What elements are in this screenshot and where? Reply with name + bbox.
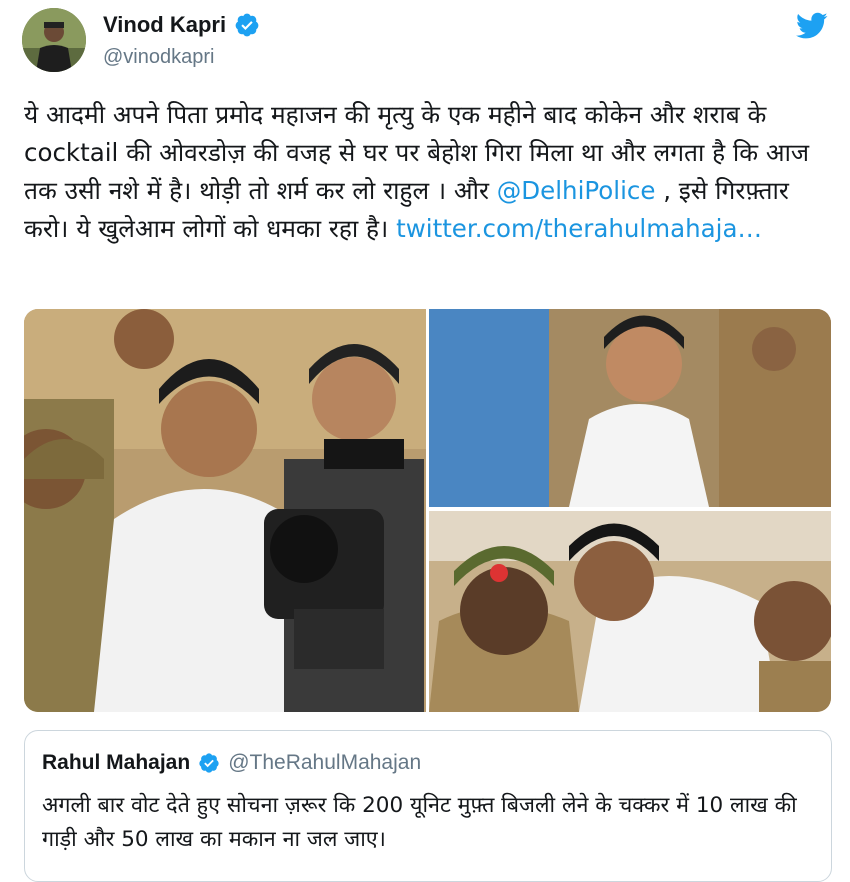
verified-badge-icon xyxy=(235,13,259,37)
quoted-tweet[interactable]: Rahul Mahajan @TheRahulMahajan अगली बार … xyxy=(24,730,832,882)
photo-left[interactable] xyxy=(24,309,426,712)
author-name[interactable]: Vinod Kapri xyxy=(103,12,226,38)
twitter-bird-icon[interactable] xyxy=(796,12,828,40)
photo-bottom-right[interactable] xyxy=(429,511,831,712)
author-avatar[interactable] xyxy=(22,8,86,72)
photo-top-right[interactable] xyxy=(429,309,831,507)
author-handle[interactable]: @vinodkapri xyxy=(103,46,214,69)
author-name-row: Vinod Kapri xyxy=(103,12,260,38)
quoted-author-name[interactable]: Rahul Mahajan xyxy=(42,751,190,775)
tweet-text: ये आदमी अपने पिता प्रमोद महाजन की मृत्यु… xyxy=(24,96,834,248)
verified-badge-icon xyxy=(199,753,219,773)
tweet-url-link[interactable]: twitter.com/therahulmahaja… xyxy=(396,214,762,243)
quoted-header: Rahul Mahajan @TheRahulMahajan xyxy=(42,751,421,775)
quoted-author-handle[interactable]: @TheRahulMahajan xyxy=(228,751,421,775)
mention-link[interactable]: @DelhiPolice xyxy=(497,176,656,205)
quoted-text: अगली बार वोट देते हुए सोचना ज़रूर कि 200… xyxy=(42,793,797,852)
media-grid[interactable] xyxy=(24,309,831,712)
